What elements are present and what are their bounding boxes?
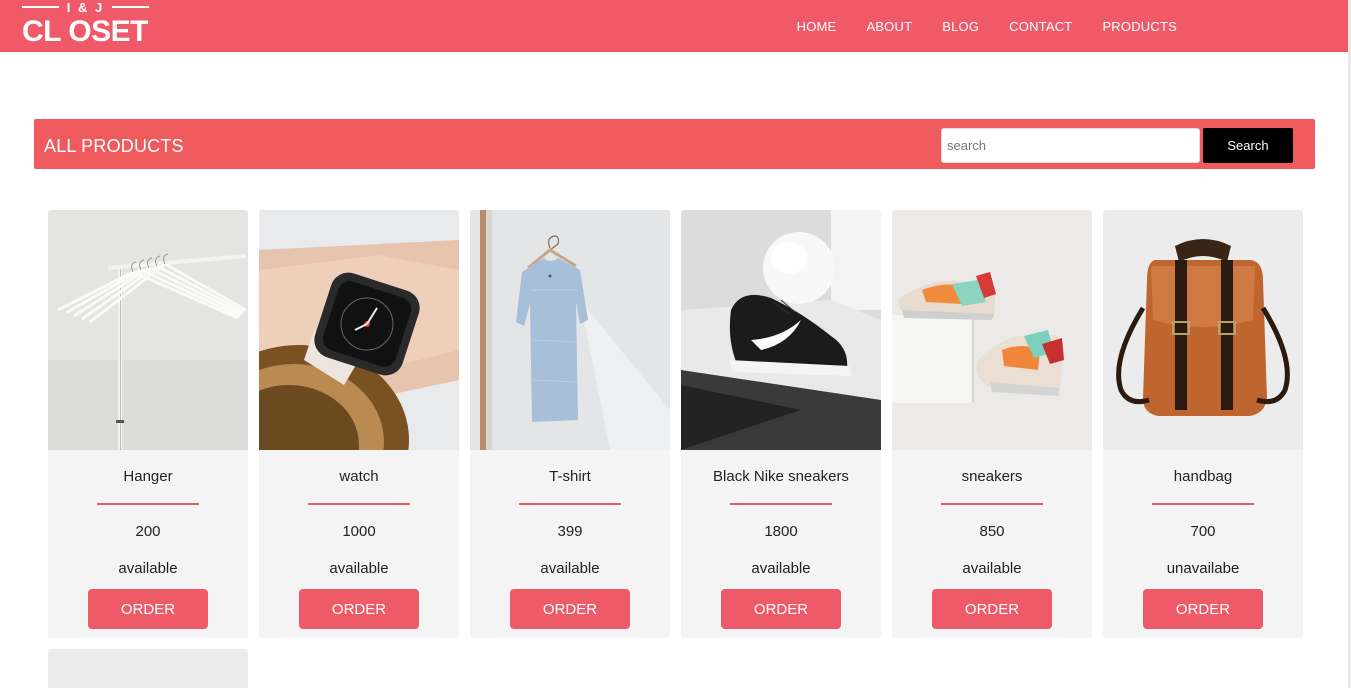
clothes-hangers-photo — [48, 210, 248, 450]
product-card: Black Nike sneakers 1800 available ORDER — [681, 210, 881, 638]
page: I & J CL OSET HOME ABOUT BLOG CONTACT PR… — [0, 0, 1351, 688]
product-availability: available — [329, 560, 389, 577]
order-button[interactable]: ORDER — [932, 589, 1052, 629]
product-price: 200 — [135, 523, 161, 540]
tshirt-on-hanger-photo — [470, 210, 670, 450]
product-availability: available — [118, 560, 178, 577]
black-sneaker-photo — [681, 210, 881, 450]
order-button[interactable]: ORDER — [88, 589, 208, 629]
nav-link-products[interactable]: PRODUCTS — [1102, 19, 1177, 34]
colorful-sneakers-photo — [892, 210, 1092, 450]
nav-link-blog[interactable]: BLOG — [942, 19, 979, 34]
search-button[interactable]: Search — [1203, 128, 1293, 163]
order-button[interactable]: ORDER — [510, 589, 630, 629]
divider — [941, 503, 1043, 505]
product-card: watch 1000 available ORDER — [259, 210, 459, 638]
order-button[interactable]: ORDER — [1143, 589, 1263, 629]
main-nav: HOME ABOUT BLOG CONTACT PRODUCTS — [767, 0, 1177, 52]
product-card: sneakers 850 available ORDER — [892, 210, 1092, 638]
smartwatch-photo — [259, 210, 459, 450]
divider — [308, 503, 410, 505]
logo-brand: CL OSET — [22, 15, 148, 48]
product-price: 1800 — [764, 523, 798, 540]
product-availability: available — [962, 560, 1022, 577]
divider — [730, 503, 832, 505]
products-heading: ALL PRODUCTS — [44, 136, 184, 156]
product-card-partial — [48, 649, 248, 688]
product-name: handbag — [1173, 468, 1233, 485]
products-banner: ALL PRODUCTS Search — [34, 119, 1315, 169]
product-price: 399 — [557, 523, 583, 540]
product-name: watch — [339, 468, 379, 485]
divider — [519, 503, 621, 505]
product-card: T-shirt 399 available ORDER — [470, 210, 670, 638]
order-button[interactable]: ORDER — [299, 589, 419, 629]
product-availability: available — [540, 560, 600, 577]
order-button[interactable]: ORDER — [721, 589, 841, 629]
product-availability: unavailabe — [1166, 560, 1240, 577]
product-price: 700 — [1190, 523, 1216, 540]
product-availability: available — [751, 560, 811, 577]
divider — [1152, 503, 1254, 505]
product-name: sneakers — [961, 468, 1023, 485]
nav-link-home[interactable]: HOME — [797, 19, 837, 34]
nav-link-about[interactable]: ABOUT — [866, 19, 912, 34]
product-name: T-shirt — [549, 468, 591, 485]
divider — [97, 503, 199, 505]
site-logo[interactable]: I & J CL OSET — [14, 0, 164, 52]
product-price: 850 — [979, 523, 1005, 540]
product-card: Hanger 200 available ORDER — [48, 210, 248, 638]
top-navbar: I & J CL OSET HOME ABOUT BLOG CONTACT PR… — [0, 0, 1348, 52]
product-price: 1000 — [342, 523, 376, 540]
logo-tagline: I & J — [14, 0, 157, 15]
leather-backpack-photo — [1103, 210, 1303, 450]
product-name: Hanger — [123, 468, 173, 485]
product-name: Black Nike sneakers — [713, 468, 849, 485]
search-input[interactable] — [941, 128, 1200, 163]
nav-link-contact[interactable]: CONTACT — [1009, 19, 1072, 34]
product-card: handbag 700 unavailabe ORDER — [1103, 210, 1303, 638]
